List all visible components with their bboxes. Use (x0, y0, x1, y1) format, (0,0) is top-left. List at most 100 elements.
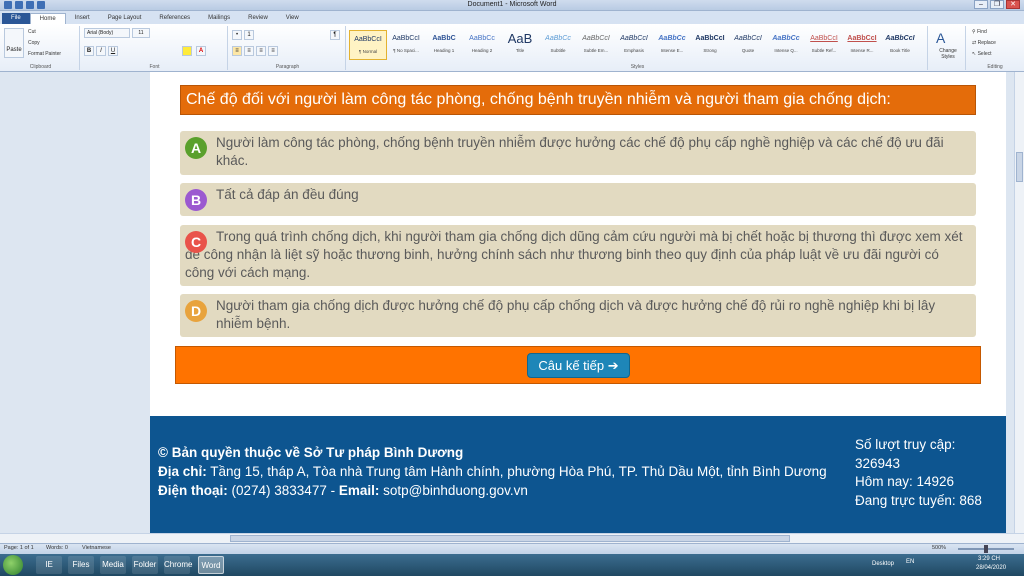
replace-button[interactable]: ⇄ Replace (972, 40, 996, 46)
paragraph-label: Paragraph (275, 64, 300, 70)
taskbar-media[interactable]: Media (100, 556, 126, 574)
desktop-toolbar[interactable]: Desktop (872, 561, 894, 567)
vertical-scrollbar[interactable] (1014, 72, 1024, 533)
document-page[interactable]: Chế độ đối với người làm công tác phòng,… (150, 72, 1006, 533)
ribbon: Paste Cut Copy Format Painter Clipboard … (0, 24, 1024, 72)
next-question-button[interactable]: Câu kế tiếp ➔ (527, 353, 630, 378)
format-painter-button[interactable]: Format Painter (28, 51, 61, 57)
clipboard-group: Paste Cut Copy Format Painter Clipboard (2, 26, 80, 70)
align-center-icon[interactable]: ≡ (244, 46, 254, 56)
clock-time[interactable]: 3:29 CH (978, 556, 1000, 562)
font-label: Font (149, 64, 160, 70)
bullets-icon[interactable]: • (232, 30, 242, 40)
question-title: Chế độ đối với người làm công tác phòng,… (180, 85, 976, 115)
next-question-bar: Câu kế tiếp ➔ (175, 346, 981, 384)
answer-d[interactable]: D Người tham gia chống dịch được hưởng c… (180, 294, 976, 337)
vertical-scroll-thumb[interactable] (1016, 152, 1023, 182)
answer-d-text: Người tham gia chống dịch được hưởng chế… (216, 298, 936, 331)
page-count[interactable]: Page: 1 of 1 (4, 545, 34, 551)
style-heading-2[interactable]: AaBbCc Heading 2 (463, 30, 501, 60)
maximize-button[interactable]: ❐ (990, 0, 1004, 9)
answer-d-badge: D (185, 300, 207, 322)
clock-date[interactable]: 28/04/2020 (976, 565, 1006, 571)
tab-home[interactable]: Home (29, 13, 66, 24)
style-strong[interactable]: AaBbCcI Strong (691, 30, 729, 60)
footer-email-link[interactable]: sotp@binhduong.gov.vn (379, 483, 528, 498)
font-size-select[interactable]: 11 (132, 28, 150, 38)
style-no-spacing[interactable]: AaBbCcI ¶ No Spaci... (387, 30, 425, 60)
taskbar-ie[interactable]: IE (36, 556, 62, 574)
tab-review[interactable]: Review (239, 13, 277, 24)
media-player-icon: Media (102, 560, 124, 569)
answer-a-text: Người làm công tác phòng, chống bệnh tru… (216, 135, 944, 168)
find-button[interactable]: ⚲ Find (972, 29, 987, 35)
style-title[interactable]: AaB Title (501, 30, 539, 60)
horizontal-scroll-thumb[interactable] (230, 535, 790, 542)
taskbar-chrome[interactable]: Chrome (164, 556, 193, 574)
site-footer: © Bản quyền thuộc về Sở Tư pháp Bình Dươ… (150, 416, 1006, 533)
taskbar-word[interactable]: Word (198, 556, 224, 574)
taskbar-folder[interactable]: Folder (132, 556, 158, 574)
align-right-icon[interactable]: ≡ (256, 46, 266, 56)
footer-copyright: © Bản quyền thuộc về Sở Tư pháp Bình Dươ… (158, 445, 464, 460)
chrome-icon: Chrome (164, 560, 193, 569)
numbering-icon[interactable]: 1 (244, 30, 254, 40)
style-subtle-emphasis[interactable]: AaBbCcI Subtle Em... (577, 30, 615, 60)
highlight-color-icon[interactable] (182, 46, 192, 56)
answer-a[interactable]: A Người làm công tác phòng, chống bệnh t… (180, 131, 976, 175)
align-left-icon[interactable]: ≡ (232, 46, 242, 56)
justify-icon[interactable]: ≡ (268, 46, 278, 56)
style-emphasis[interactable]: AaBbCcI Emphasis (615, 30, 653, 60)
language-bar[interactable]: EN (906, 559, 914, 565)
clipboard-label: Clipboard (29, 64, 52, 70)
close-button[interactable]: ✕ (1006, 0, 1020, 9)
style-subtle-reference[interactable]: AaBbCcI Subtle Ref... (805, 30, 843, 60)
bold-button[interactable]: B (84, 46, 94, 56)
change-styles-button[interactable]: Change Styles (932, 48, 964, 60)
style-intense-emphasis[interactable]: AaBbCc Intense E... (653, 30, 691, 60)
tab-file[interactable]: File (2, 13, 30, 24)
horizontal-scrollbar[interactable] (0, 533, 1024, 543)
tab-mailings[interactable]: Mailings (199, 13, 239, 24)
internet-explorer-icon: IE (45, 560, 53, 569)
style-book-title[interactable]: AaBbCcI Book Title (881, 30, 919, 60)
italic-button[interactable]: I (96, 46, 106, 56)
start-button[interactable] (3, 555, 23, 575)
word-count[interactable]: Words: 0 (46, 545, 68, 551)
answer-b-text: Tất cả đáp án đều đúng (216, 187, 359, 202)
answer-b[interactable]: B Tất cả đáp án đều đúng (180, 183, 976, 216)
language-indicator[interactable]: Vietnamese (82, 545, 111, 551)
tab-references[interactable]: References (150, 13, 199, 24)
style-normal[interactable]: AaBbCcI ¶ Normal (349, 30, 387, 60)
zoom-slider-knob[interactable] (984, 545, 988, 553)
style-intense-quote[interactable]: AaBbCc Intense Q... (767, 30, 805, 60)
document-area: Chế độ đối với người làm công tác phòng,… (0, 72, 1014, 533)
cut-button[interactable]: Cut (28, 29, 36, 35)
paragraph-group: • 1 ≡ ≡ ≡ ≡ ¶ Paragraph (230, 26, 346, 70)
tab-insert[interactable]: Insert (66, 13, 99, 24)
style-intense-reference[interactable]: AaBbCcI Intense R... (843, 30, 881, 60)
zoom-slider[interactable] (958, 545, 1014, 553)
copy-button[interactable]: Copy (28, 40, 40, 46)
font-name-select[interactable]: Arial (Body) (84, 28, 130, 38)
answer-c[interactable]: C Trong quá trình chống dịch, khi người … (180, 225, 976, 286)
styles-label: Styles (630, 64, 645, 70)
style-heading-1[interactable]: AaBbC Heading 1 (425, 30, 463, 60)
zoom-level[interactable]: 500% (932, 545, 946, 551)
tab-view[interactable]: View (277, 13, 308, 24)
style-subtitle[interactable]: AaBbCc Subtitle (539, 30, 577, 60)
answer-a-badge: A (185, 137, 207, 159)
underline-button[interactable]: U (108, 46, 118, 56)
select-button[interactable]: ↖ Select (972, 51, 992, 57)
style-quote[interactable]: AaBbCcI Quote (729, 30, 767, 60)
change-styles-group: A Change Styles (930, 26, 966, 70)
title-bar: Document1 - Microsoft Word – ❐ ✕ (0, 0, 1024, 11)
visits-count: 326943 (855, 455, 901, 471)
taskbar-files[interactable]: Files (68, 556, 94, 574)
tab-page-layout[interactable]: Page Layout (99, 13, 151, 24)
paste-button[interactable]: Paste (4, 28, 24, 58)
change-styles-icon[interactable]: A (936, 30, 945, 46)
minimize-button[interactable]: – (974, 0, 988, 9)
font-color-icon[interactable]: A (196, 46, 206, 56)
pilcrow-icon[interactable]: ¶ (330, 30, 340, 40)
